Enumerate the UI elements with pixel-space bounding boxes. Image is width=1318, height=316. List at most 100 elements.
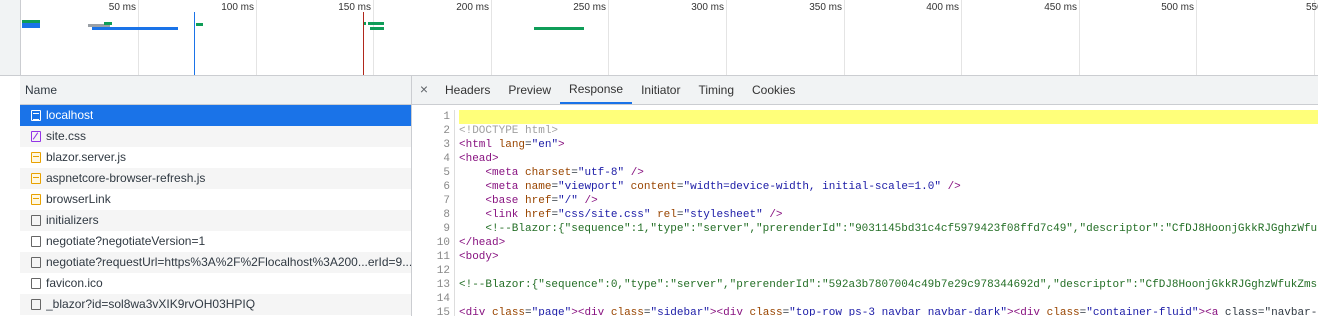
document-icon: [31, 110, 41, 121]
timeline-gridline: [1079, 0, 1080, 75]
code-line: 9 <!--Blazor:{"sequence":1,"type":"serve…: [412, 222, 1318, 236]
code-text: <base href="/" />: [485, 195, 598, 207]
request-row[interactable]: negotiate?negotiateVersion=1: [20, 231, 411, 252]
timeline-gridline: [373, 0, 374, 75]
request-name: favicon.ico: [46, 276, 103, 290]
timeline-gridline: [726, 0, 727, 75]
request-bar: [370, 27, 384, 30]
code-line: 15 <div class="page"><div class="sidebar"…: [412, 306, 1318, 316]
request-name: negotiate?negotiateVersion=1: [46, 234, 206, 248]
code-text: [459, 110, 1318, 124]
line-number: 5: [443, 167, 450, 179]
timeline-gridline: [961, 0, 962, 75]
timeline-overview[interactable]: 50 ms 100 ms 150 ms 200 ms 250 ms 300 ms 350 m…: [0, 0, 1318, 76]
code-text: <meta charset="utf-8" />: [485, 167, 644, 179]
stylesheet-icon: [31, 131, 41, 142]
tab-initiator[interactable]: Initiator: [632, 76, 689, 104]
dom-content-loaded-marker: [194, 12, 195, 75]
request-bar: [534, 27, 584, 30]
timeline-tick-label: 400 ms: [926, 2, 959, 13]
line-number: 6: [443, 181, 450, 193]
timeline-gridline: [256, 0, 257, 75]
line-number: 3: [443, 139, 450, 151]
timeline-tick-label: 350 ms: [809, 2, 842, 13]
request-row[interactable]: favicon.ico: [20, 273, 411, 294]
tab-cookies[interactable]: Cookies: [743, 76, 804, 104]
line-number: 11: [436, 251, 450, 263]
code-text: <!--Blazor:{"sequence":1,"type":"server"…: [459, 223, 1318, 235]
request-rows: localhost site.css blazor.server.js aspnetc…: [20, 105, 411, 315]
timeline-tick-label: 100 ms: [221, 2, 254, 13]
tab-timing[interactable]: Timing: [689, 76, 743, 104]
code-text: <body>: [459, 251, 499, 263]
file-icon: [31, 278, 41, 289]
tab-response[interactable]: Response: [560, 76, 633, 104]
file-icon: [31, 215, 41, 226]
request-list: Name localhost site.css blazor.server.js as…: [20, 76, 412, 316]
request-bar: [368, 22, 384, 25]
line-number: 9: [443, 223, 450, 235]
request-row[interactable]: blazor.server.js: [20, 147, 411, 168]
request-row[interactable]: site.css: [20, 126, 411, 147]
timeline-tick-label: 200 ms: [456, 2, 489, 13]
code-text: <meta name="viewport" content="width=dev…: [485, 181, 961, 193]
code-line: 6 <meta name="viewport" content="width=d…: [412, 180, 1318, 194]
request-row[interactable]: _blazor?id=sol8wa3vXIK9rvOH03HPIQ: [20, 294, 411, 315]
line-number: 13: [436, 279, 450, 291]
code-text: <head>: [459, 153, 499, 165]
request-name: negotiate?requestUrl=https%3A%2F%2Flocal…: [46, 255, 411, 269]
code-line: 14: [412, 292, 1318, 306]
name-column-header[interactable]: Name: [20, 76, 411, 105]
code-line: 11 <body>: [412, 250, 1318, 264]
request-name: browserLink: [46, 192, 111, 206]
code-text: <link href="css/site.css" rel="styleshee…: [485, 209, 783, 221]
request-row[interactable]: negotiate?requestUrl=https%3A%2F%2Flocal…: [20, 252, 411, 273]
line-number: 15: [436, 307, 450, 316]
timeline-tick-label: 500 ms: [1161, 2, 1194, 13]
file-icon: [31, 299, 41, 310]
code-line: 1: [412, 110, 1318, 124]
close-detail-button[interactable]: ×: [412, 76, 436, 104]
code-text: <div class="page"><div class="sidebar"><…: [459, 307, 1318, 316]
code-text: </head>: [459, 237, 506, 249]
code-line: 8 <link href="css/site.css" rel="stylesh…: [412, 208, 1318, 222]
tab-headers[interactable]: Headers: [436, 76, 499, 104]
script-icon: [31, 194, 41, 205]
file-icon: [31, 257, 41, 268]
request-row[interactable]: aspnetcore-browser-refresh.js: [20, 168, 411, 189]
line-number: 10: [436, 237, 450, 249]
overview-left-band: [0, 0, 21, 75]
request-name: _blazor?id=sol8wa3vXIK9rvOH03HPIQ: [46, 297, 256, 311]
code-text: <!--Blazor:{"sequence":0,"type":"server"…: [459, 279, 1318, 291]
code-line: 7 <base href="/" />: [412, 194, 1318, 208]
code-line: 2 <!DOCTYPE html>: [412, 124, 1318, 138]
tab-preview[interactable]: Preview: [499, 76, 560, 104]
request-bar: [92, 27, 178, 30]
timeline-tick-label: 250 ms: [573, 2, 606, 13]
code-line: 5 <meta charset="utf-8" />: [412, 166, 1318, 180]
request-row[interactable]: browserLink: [20, 189, 411, 210]
timeline-gridline: [844, 0, 845, 75]
detail-tabs: Headers Preview Response Initiator Timing Coo…: [436, 76, 804, 104]
line-number: 12: [436, 265, 450, 277]
request-bar: [196, 23, 203, 26]
detail-tab-bar: × Headers Preview Response Initiator Timing C…: [412, 76, 1318, 105]
timeline-tick-label: 450 ms: [1044, 2, 1077, 13]
line-number: 4: [443, 153, 450, 165]
load-event-marker: [363, 12, 364, 75]
line-number: 7: [443, 195, 450, 207]
line-number: 2: [443, 125, 450, 137]
line-number: 1: [443, 111, 450, 123]
script-icon: [31, 152, 41, 163]
file-icon: [31, 236, 41, 247]
request-row[interactable]: initializers: [20, 210, 411, 231]
timeline-tick-label: 50 ms: [108, 2, 136, 13]
code-text: <!DOCTYPE html>: [459, 125, 559, 137]
request-name: initializers: [46, 213, 99, 227]
request-name: aspnetcore-browser-refresh.js: [46, 171, 206, 185]
response-code-viewer[interactable]: 1 2 <!DOCTYPE html> 3 <html lang="en"> 4 <hea…: [412, 105, 1318, 316]
request-row[interactable]: localhost: [20, 105, 411, 126]
timeline-gridline: [1196, 0, 1197, 75]
